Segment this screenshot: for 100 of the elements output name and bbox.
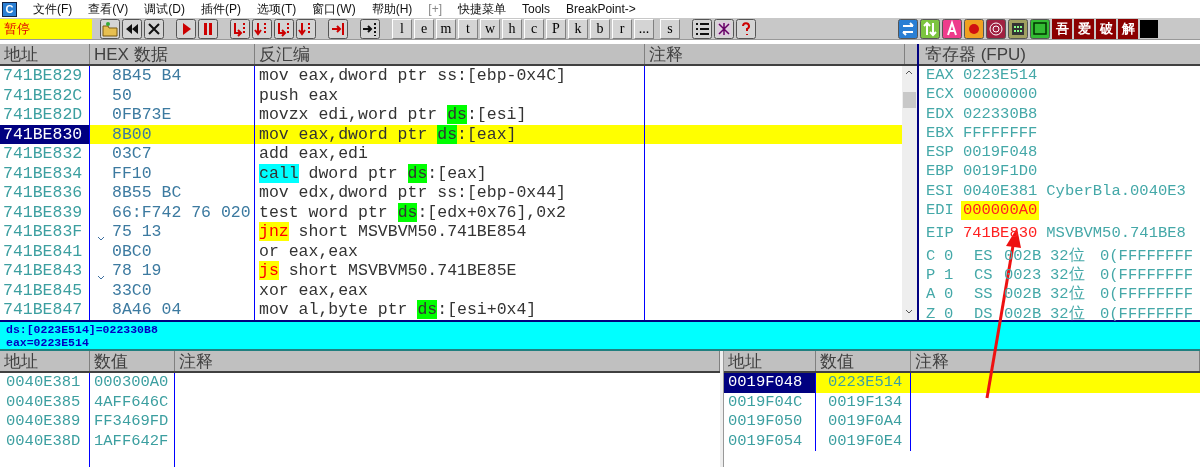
address-cell[interactable]: 0040E38D xyxy=(6,431,83,451)
column-header[interactable]: 注释 xyxy=(645,44,905,64)
trace-over-icon[interactable] xyxy=(296,18,316,39)
color-swatch[interactable] xyxy=(1140,19,1158,38)
scrollbar[interactable] xyxy=(902,66,917,320)
menu-item[interactable]: [+] xyxy=(428,0,442,18)
close-icon[interactable] xyxy=(144,18,164,39)
column-header[interactable]: 数值 xyxy=(90,351,175,371)
flag-name: A xyxy=(926,285,937,305)
register-name: EDI xyxy=(926,201,954,221)
address-cell[interactable]: 0019F04C xyxy=(724,392,816,412)
instruction-cell: js short MSVBVM50.741BE85E xyxy=(255,261,645,281)
execute-till-return-icon[interactable] xyxy=(328,18,348,39)
column-header[interactable]: 地址 xyxy=(0,44,90,64)
toolbar-button[interactable]: ... xyxy=(634,18,654,39)
register-name: EAX xyxy=(926,66,954,86)
menu-item[interactable]: 窗口(W) xyxy=(312,0,356,18)
column-header[interactable]: 注释 xyxy=(911,351,1200,371)
menu-item[interactable]: 帮助(H) xyxy=(371,0,413,18)
goto-icon[interactable] xyxy=(360,18,380,39)
address-cell[interactable]: 741BE829 xyxy=(0,66,90,86)
rewind-icon[interactable] xyxy=(122,18,142,39)
column-header[interactable]: 地址 xyxy=(0,351,90,371)
instruction-cell: mov eax,dword ptr ds:[eax] xyxy=(255,124,645,144)
toolbar-button[interactable]: l xyxy=(392,18,412,39)
address-cell[interactable]: 741BE832 xyxy=(0,144,90,164)
up-down-arrows-icon[interactable] xyxy=(920,18,940,39)
menu-item[interactable]: BreakPoint-> xyxy=(566,0,636,18)
segment-name: DS xyxy=(974,304,994,324)
value-cell: 0019F134 xyxy=(816,392,911,412)
register-value[interactable]: 000000A0 xyxy=(960,201,1040,221)
step-over-icon[interactable] xyxy=(252,18,272,39)
address-cell[interactable]: 0019F048 xyxy=(724,373,816,393)
target-icon[interactable] xyxy=(986,18,1006,39)
address-cell[interactable]: 741BE82C xyxy=(0,85,90,105)
toolbar-button[interactable]: c xyxy=(524,18,544,39)
toolbar-button[interactable]: r xyxy=(612,18,632,39)
address-cell[interactable]: 0019F054 xyxy=(724,431,816,451)
address-cell[interactable]: 741BE841 xyxy=(0,241,90,261)
open-folder-icon[interactable] xyxy=(100,18,120,39)
toolbar-button[interactable]: 吾 xyxy=(1052,18,1072,39)
hex-cell: 75 13 xyxy=(112,222,162,242)
toolbar-button[interactable]: P xyxy=(546,18,566,39)
toolbar-button[interactable]: w xyxy=(480,18,500,39)
menu-item[interactable]: 选项(T) xyxy=(257,0,297,18)
record-icon[interactable] xyxy=(964,18,984,39)
address-cell[interactable]: 741BE845 xyxy=(0,280,90,300)
address-cell[interactable]: 741BE839 xyxy=(0,202,90,222)
toolbar-button[interactable]: h xyxy=(502,18,522,39)
column-header[interactable]: 数值 xyxy=(816,351,911,371)
toolbar-button[interactable]: 解 xyxy=(1118,18,1138,39)
help-icon[interactable] xyxy=(736,18,756,39)
toolbar-button[interactable]: 爱 xyxy=(1074,18,1094,39)
column-header[interactable]: 反汇编 xyxy=(255,44,645,64)
menu-item[interactable]: Tools xyxy=(522,0,551,18)
address-cell[interactable]: 0019F050 xyxy=(724,412,816,432)
segment-name: ES xyxy=(974,246,994,266)
letter-a-icon[interactable] xyxy=(942,18,962,39)
toolbar-button[interactable]: t xyxy=(458,18,478,39)
segment-base: 0(FFFFFFFF xyxy=(1100,265,1193,286)
address-cell[interactable]: 741BE843 xyxy=(0,261,90,281)
address-cell[interactable]: 741BE83F xyxy=(0,222,90,242)
toolbar-button[interactable]: b xyxy=(590,18,610,39)
flag-value[interactable]: 1 xyxy=(944,265,974,286)
address-cell[interactable]: 741BE834 xyxy=(0,163,90,183)
instruction-cell: add eax,edi xyxy=(255,144,645,164)
status-label: 暂停 xyxy=(0,18,92,39)
toolbar-button[interactable]: e xyxy=(414,18,434,39)
address-cell[interactable]: 741BE830 xyxy=(0,124,90,144)
register-comment: CyberBla.0040E3 xyxy=(1046,181,1186,202)
address-cell[interactable]: 741BE82D xyxy=(0,105,90,125)
trace-into-icon[interactable] xyxy=(274,18,294,39)
toolbar-button[interactable]: 破 xyxy=(1096,18,1116,39)
swap-icon[interactable] xyxy=(898,18,918,39)
instruction-cell: jnz short MSVBVM50.741BE854 xyxy=(255,222,645,242)
play-icon[interactable] xyxy=(176,18,196,39)
value-cell: 0223E514 xyxy=(816,373,911,393)
window-icon[interactable] xyxy=(1030,18,1050,39)
address-cell[interactable]: 0040E385 xyxy=(6,392,83,412)
address-cell[interactable]: 0040E389 xyxy=(6,412,83,432)
column-header[interactable]: HEX 数据 xyxy=(90,44,255,64)
step-into-icon[interactable] xyxy=(230,18,250,39)
toolbar-button[interactable]: k xyxy=(568,18,588,39)
menu-item[interactable]: 插件(P) xyxy=(201,0,241,18)
hex-cell: 8B45 B4 xyxy=(112,66,182,86)
value-cell: 0019F0E4 xyxy=(816,431,911,451)
menu-item[interactable]: 文件(F) xyxy=(33,0,73,18)
segment-bits: 32位 xyxy=(1050,265,1086,285)
address-cell[interactable]: 741BE836 xyxy=(0,183,90,203)
menu-item[interactable]: 快捷菜单 xyxy=(458,0,506,18)
menu-item[interactable]: 调试(D) xyxy=(144,0,185,18)
column-header[interactable]: 地址 xyxy=(724,351,816,371)
toolbar-button[interactable]: m xyxy=(436,18,456,39)
scroll-thumb[interactable] xyxy=(903,92,916,108)
address-cell[interactable]: 0040E381 xyxy=(6,373,83,393)
list-icon[interactable] xyxy=(692,18,712,39)
pause-icon[interactable] xyxy=(198,18,218,39)
toolbar-button[interactable]: s xyxy=(660,18,680,39)
address-cell[interactable]: 741BE847 xyxy=(0,300,90,320)
menu-item[interactable]: 查看(V) xyxy=(88,0,129,18)
